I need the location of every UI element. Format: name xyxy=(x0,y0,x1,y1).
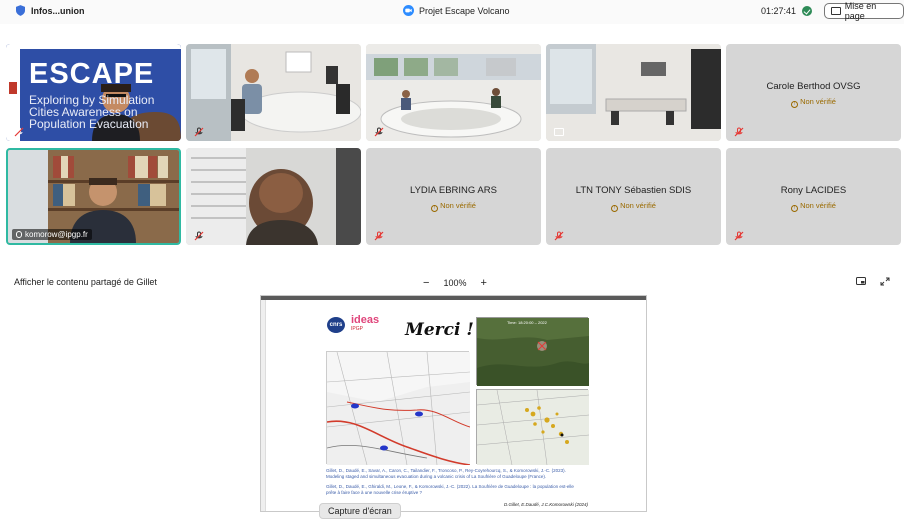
person-video xyxy=(186,148,361,245)
slide-title: Merci ! xyxy=(405,320,474,340)
participant-tile-rony[interactable]: Rony LACIDES ! Non vérifié xyxy=(726,148,901,245)
escape-title: ESCAPE xyxy=(29,58,155,90)
warning-icon: ! xyxy=(611,205,619,212)
muted-mic-icon xyxy=(554,231,564,241)
video-tile-komorow[interactable]: komorow@ipgp.fr xyxy=(6,148,181,245)
unverified-badge: ! Non vérifié xyxy=(726,201,901,212)
muted-mic-icon xyxy=(194,231,204,241)
density-map-graphic xyxy=(476,389,590,466)
participant-tile-lydia[interactable]: LYDIA EBRING ARS ! Non vérifié xyxy=(366,148,541,245)
share-view-label[interactable]: Afficher le contenu partagé de Gillet xyxy=(14,277,157,287)
participant-name-label: komorow@ipgp.fr xyxy=(12,229,92,240)
unverified-badge: ! Non vérifié xyxy=(546,201,721,212)
participant-name: Carole Berthod OVSG xyxy=(766,81,861,92)
share-toolbar xyxy=(856,277,890,286)
screenshot-tooltip: Capture d'écran xyxy=(319,503,401,519)
room-video-2 xyxy=(366,44,541,141)
cnrs-logo: cnrs xyxy=(327,317,345,333)
security-check-icon[interactable] xyxy=(802,6,812,16)
muted-mic-icon xyxy=(374,231,384,241)
badge-label: Non vérifié xyxy=(800,97,836,106)
shared-window-sidebar xyxy=(261,300,266,511)
zoom-logo-icon xyxy=(403,5,414,16)
shared-screen[interactable]: cnrs ideas IPGP Merci ! Time: 18:20:00 –… xyxy=(260,295,647,512)
map-time-label: Time: 18:20:00 – 2022 xyxy=(507,320,547,325)
badge-label: Non vérifié xyxy=(440,201,476,210)
ipgp-logo: IPGP xyxy=(351,326,363,332)
layout-grid-icon xyxy=(831,7,841,15)
participant-tile-tony[interactable]: LTN TONY Sébastien SDIS ! Non vérifié xyxy=(546,148,721,245)
video-tile-escape[interactable]: ESCAPE Exploring by Simulation Cities Aw… xyxy=(6,44,181,141)
shield-icon xyxy=(16,5,25,16)
participant-name: LYDIA EBRING ARS xyxy=(410,185,497,196)
participant-name: LTN TONY Sébastien SDIS xyxy=(575,185,692,196)
muted-mic-icon xyxy=(374,127,384,137)
unverified-badge: ! Non vérifié xyxy=(366,201,541,212)
meeting-title: Projet Escape Volcano xyxy=(403,5,510,16)
fullscreen-icon[interactable] xyxy=(880,277,890,286)
zoom-controls: − 100% + xyxy=(423,277,487,289)
badge-label: Non vérifié xyxy=(800,201,836,210)
muted-mic-icon xyxy=(734,231,744,241)
shared-window-titlebar xyxy=(261,296,646,300)
muted-mic-icon xyxy=(16,231,22,238)
badge-label: Non vérifié xyxy=(620,201,656,210)
picture-in-picture-icon[interactable] xyxy=(856,277,866,286)
meeting-title-text: Projet Escape Volcano xyxy=(419,5,510,16)
participant-name: Rony LACIDES xyxy=(780,185,847,196)
satellite-map-graphic xyxy=(477,318,589,386)
video-tile-room-3[interactable] xyxy=(546,44,721,141)
evacuation-map xyxy=(326,351,471,466)
participant-tile-carole[interactable]: Carole Berthod OVSG ! Non vérifié xyxy=(726,44,901,141)
muted-mic-icon xyxy=(194,127,204,137)
reference-1[interactable]: Gillet, D., Daudé, E., Savar, A., Caron,… xyxy=(326,468,584,480)
zoom-out-button[interactable]: − xyxy=(423,277,429,289)
video-tile-room-1[interactable] xyxy=(186,44,361,141)
layout-button-label: Mise en page xyxy=(844,1,877,21)
layout-button[interactable]: Mise en page xyxy=(824,1,904,21)
muted-mic-icon xyxy=(14,127,24,137)
window-top-bar: Infos...union Projet Escape Volcano 01:2… xyxy=(0,0,904,24)
ideas-logo: ideas xyxy=(351,314,380,326)
satellite-map: Time: 18:20:00 – 2022 xyxy=(476,317,589,386)
warning-icon: ! xyxy=(791,101,799,108)
unverified-badge: ! Non vérifié xyxy=(726,97,901,108)
meeting-info-label: Infos...union xyxy=(31,5,85,16)
references: Gillet, D., Daudé, E., Savar, A., Caron,… xyxy=(326,468,584,500)
screen-share-icon xyxy=(554,128,564,136)
slide-footer: D.Gillet, E.Daudé, J.C.Komorowski (2024) xyxy=(503,502,588,507)
elapsed-time: 01:27:41 xyxy=(761,6,797,16)
meeting-info[interactable]: Infos...union xyxy=(16,5,85,16)
room-video-1 xyxy=(186,44,361,141)
evacuation-map-graphic xyxy=(326,351,471,466)
room-video-3 xyxy=(546,44,721,141)
warning-icon: ! xyxy=(431,205,439,212)
video-tile-room-2[interactable] xyxy=(366,44,541,141)
muted-mic-icon xyxy=(734,127,744,137)
participant-email: komorow@ipgp.fr xyxy=(25,230,88,239)
zoom-in-button[interactable]: + xyxy=(480,277,486,289)
warning-icon: ! xyxy=(791,205,799,212)
zoom-level: 100% xyxy=(443,278,467,288)
density-map xyxy=(476,389,590,466)
escape-line-3: Population Evacuation xyxy=(29,117,149,131)
reference-2[interactable]: Gillet, D., Daudé, E., Ghiraldi, M., Leo… xyxy=(326,484,584,496)
video-tile-person[interactable] xyxy=(186,148,361,245)
